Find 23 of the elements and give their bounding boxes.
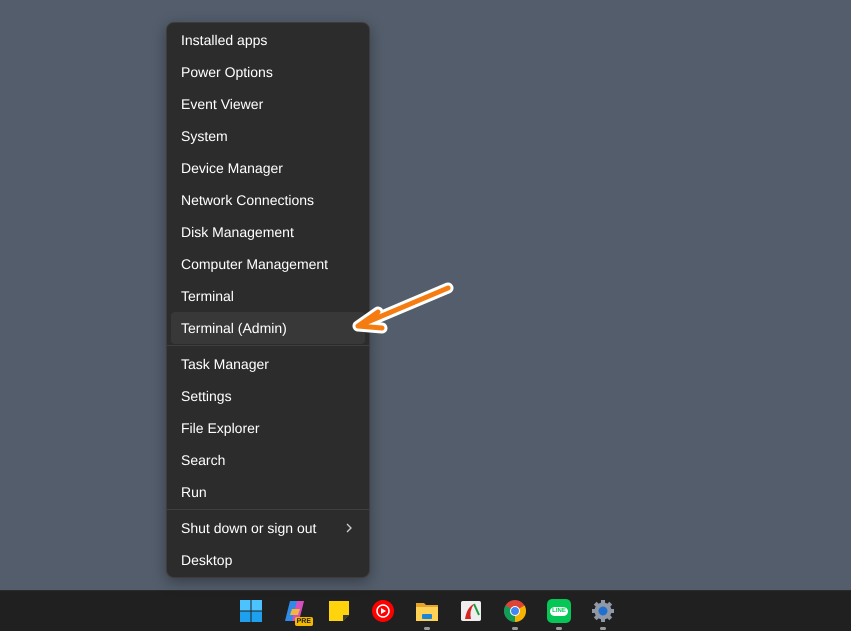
menu-item[interactable]: Computer Management xyxy=(171,248,365,280)
windows-logo-icon xyxy=(239,599,263,623)
menu-item[interactable]: Shut down or sign out xyxy=(171,512,365,544)
menu-item[interactable]: Network Connections xyxy=(171,184,365,216)
menu-item[interactable]: Run xyxy=(171,476,365,508)
menu-item[interactable]: Settings xyxy=(171,380,365,412)
menu-item[interactable]: Terminal (Admin) xyxy=(171,312,365,344)
menu-item[interactable]: System xyxy=(171,120,365,152)
menu-item[interactable]: File Explorer xyxy=(171,412,365,444)
menu-item[interactable]: Desktop xyxy=(171,544,365,576)
menu-item[interactable]: Search xyxy=(171,444,365,476)
sticky-note-icon xyxy=(327,599,351,623)
menu-item[interactable]: Terminal xyxy=(171,280,365,312)
menu-item[interactable]: Installed apps xyxy=(171,24,365,56)
round-browser-logo-icon xyxy=(503,599,527,623)
gear-icon xyxy=(591,599,615,623)
document-icon xyxy=(459,599,483,623)
menu-item[interactable]: Power Options xyxy=(171,56,365,88)
play-circle-icon xyxy=(371,599,395,623)
menu-item[interactable]: Device Manager xyxy=(171,152,365,184)
menu-item[interactable]: Event Viewer xyxy=(171,88,365,120)
menu-item[interactable]: Task Manager xyxy=(171,348,365,380)
menu-item[interactable]: Disk Management xyxy=(171,216,365,248)
